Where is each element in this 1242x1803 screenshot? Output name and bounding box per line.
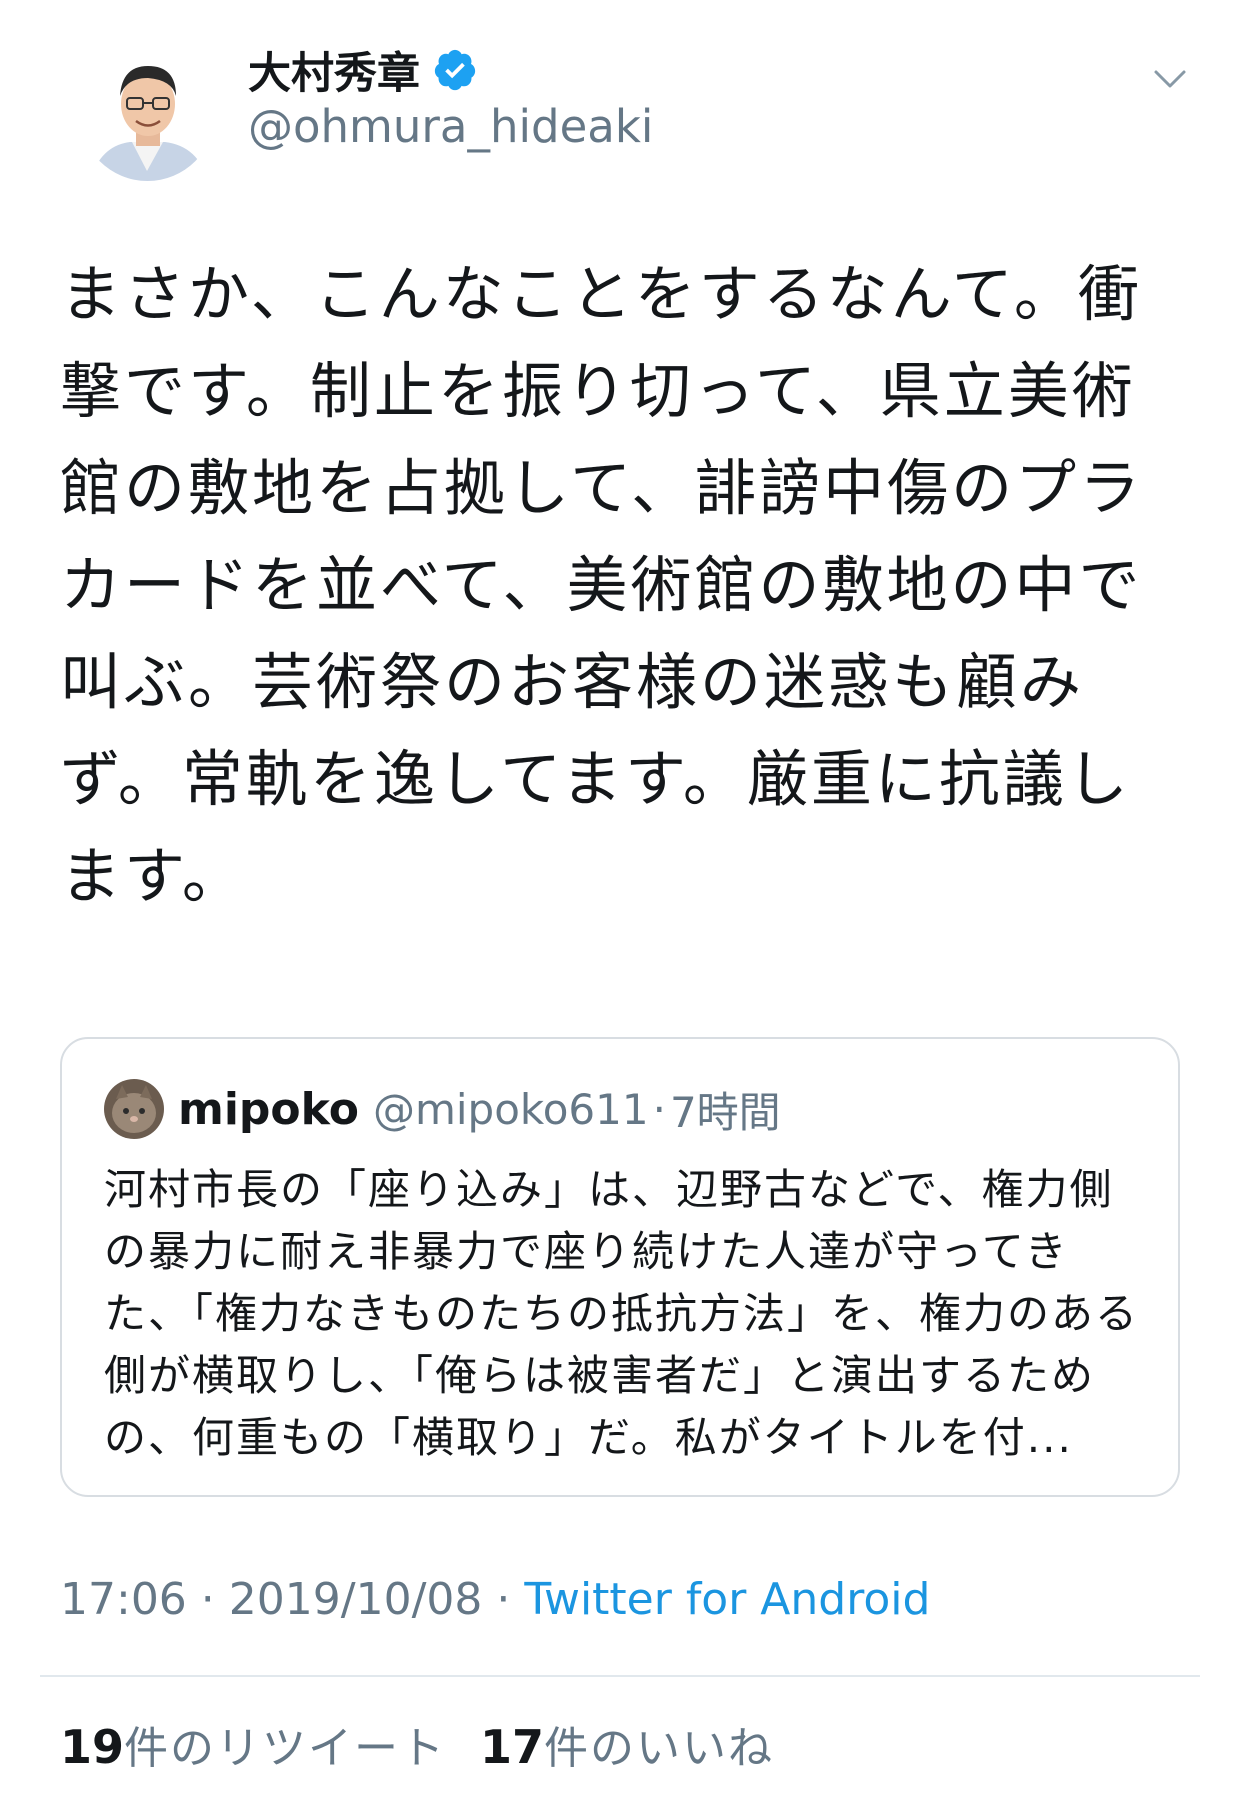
quoted-tweet-text: 河村市長の「座り込み」は、辺野古などで、権力側の暴力に耐え非暴力で座り続けた人達… [104, 1165, 1140, 1462]
tweet-stats: 19 件のリツイート 17 件のいいね [60, 1712, 808, 1774]
meta-separator-2: · [482, 1574, 525, 1625]
verified-badge-icon [432, 47, 478, 93]
tweet-text: まさか、こんなことをするなんて。衝撃です。制止を振り切って、県立美術館の敷地を占… [60, 259, 1144, 912]
author-avatar[interactable] [80, 46, 215, 181]
meta-separator: · [186, 1574, 229, 1625]
author-handle[interactable]: @ohmura_hideaki [248, 100, 653, 153]
tweet-source-link[interactable]: Twitter for Android [524, 1574, 930, 1625]
likes-count[interactable]: 17 [480, 1720, 544, 1774]
tweet-time[interactable]: 17:06 [60, 1574, 187, 1625]
tweet-date[interactable]: 2019/10/08 [229, 1574, 483, 1625]
quoted-author-name: mipoko [178, 1083, 359, 1135]
quoted-author-avatar [104, 1079, 164, 1139]
retweets-count[interactable]: 19 [60, 1720, 124, 1774]
quoted-tweet-header: mipoko @mipoko611 · 7時間 [104, 1077, 781, 1141]
tweet-meta: 17:06 · 2019/10/08 · Twitter for Android [60, 1574, 930, 1625]
author-avatar-image [80, 46, 215, 181]
quoted-author-handle: @mipoko611 [372, 1084, 649, 1134]
quoted-separator: · [652, 1084, 666, 1134]
tweet-detail: 大村秀章 @ohmura_hideaki まさか、こんなことをするなんて。衝撃で… [0, 0, 1242, 1803]
author-name-row[interactable]: 大村秀章 [248, 40, 478, 100]
likes-label[interactable]: 件のいいね [544, 1712, 774, 1776]
retweets-label[interactable]: 件のリツイート [124, 1712, 446, 1776]
stats-divider [40, 1675, 1200, 1677]
quoted-tweet-card[interactable]: mipoko @mipoko611 · 7時間 河村市長の「座り込み」は、辺野古… [60, 1037, 1180, 1497]
author-display-name[interactable]: 大村秀章 [248, 39, 420, 101]
quoted-timestamp: 7時間 [669, 1087, 781, 1137]
chevron-down-icon[interactable] [1148, 56, 1192, 100]
